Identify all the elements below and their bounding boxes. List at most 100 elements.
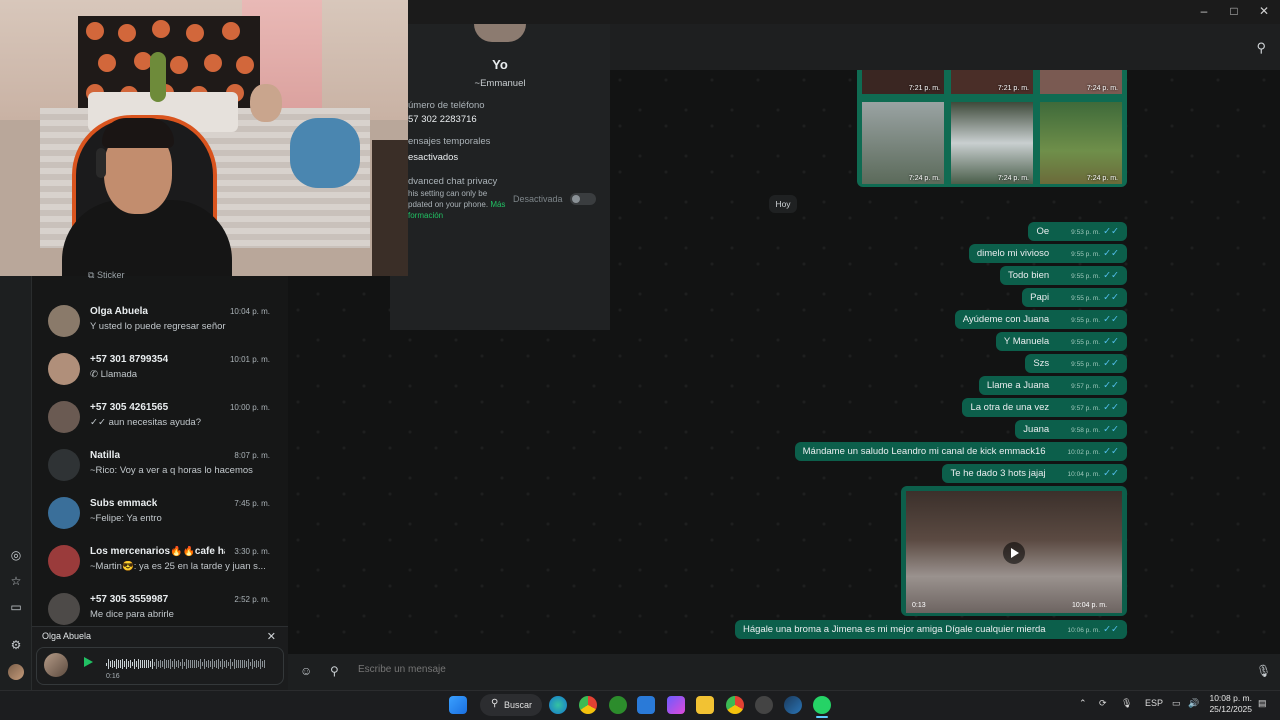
- chrome-icon[interactable]: [579, 696, 597, 714]
- close-icon[interactable]: ✕: [267, 630, 276, 643]
- gallery-time: 7:21 p. m.: [997, 85, 1029, 92]
- chat-list-item[interactable]: +57 305 3559987 2:52 p. m. Me dice para …: [32, 586, 288, 626]
- chat-list-item[interactable]: Natilla 8:07 p. m. ~Rico: Voy a ver a q …: [32, 442, 288, 490]
- chat-list-item[interactable]: Subs emmack 7:45 p. m. ~Felipe: Ya entro: [32, 490, 288, 538]
- webcam-overlay: [0, 0, 408, 276]
- disappearing-messages-label[interactable]: ensajes temporales: [408, 136, 490, 147]
- read-receipt-icon: ✓✓: [1103, 424, 1119, 435]
- language-indicator[interactable]: ESP: [1145, 698, 1163, 708]
- whatsapp-icon[interactable]: [813, 696, 831, 714]
- taskbar-clock[interactable]: 10:08 p. m. 25/12/2025: [1204, 693, 1252, 715]
- emoji-icon[interactable]: ☺: [300, 664, 312, 678]
- search-icon[interactable]: ⚲: [1256, 40, 1266, 56]
- message-bubble[interactable]: Oe 9:53 p. m. ✓✓: [1028, 222, 1127, 241]
- gallery-image[interactable]: 7:24 p. m.: [862, 102, 944, 184]
- chat-list-item[interactable]: +57 301 8799354 10:01 p. m. ✆ Llamada: [32, 346, 288, 394]
- gallery-image[interactable]: 7:21 p. m.: [862, 70, 944, 94]
- message-bubble[interactable]: Llame a Juana 9:57 p. m. ✓✓: [978, 376, 1127, 395]
- microphone-icon[interactable]: 🎙: [1256, 664, 1271, 678]
- waveform-bar: [156, 659, 157, 669]
- message-time: 10:06 p. m.: [1067, 627, 1101, 634]
- steam-icon[interactable]: [784, 696, 802, 714]
- message-bubble[interactable]: dimelo mi vivioso 9:55 p. m. ✓✓: [968, 244, 1127, 263]
- chat-preview: ~Felipe: Ya entro: [90, 513, 162, 524]
- waveform-bar: [264, 659, 265, 669]
- sync-icon[interactable]: ⟳: [1099, 698, 1107, 709]
- profile-avatar[interactable]: [8, 664, 24, 680]
- privacy-desc-text: his setting can only be pdated on your p…: [408, 189, 489, 209]
- file-explorer-icon[interactable]: [696, 696, 714, 714]
- read-receipt-icon: ✓✓: [1103, 446, 1119, 457]
- waveform-bar: [176, 660, 177, 668]
- message-bubble[interactable]: Mándame un saludo Leandro mi canal de ki…: [794, 442, 1127, 461]
- webcam-person-hair: [102, 118, 174, 148]
- waveform-bar: [126, 659, 127, 669]
- gallery-image[interactable]: 7:24 p. m.: [1040, 102, 1122, 184]
- waveform-bar: [112, 659, 113, 669]
- status-icon[interactable]: ◎: [9, 548, 23, 562]
- waveform-bar: [192, 659, 193, 669]
- message-bubble[interactable]: Te he dado 3 hots jajaj 10:04 p. m. ✓✓: [942, 464, 1127, 483]
- app-icon[interactable]: [755, 696, 773, 714]
- message-bubble[interactable]: Papi 9:55 p. m. ✓✓: [1022, 288, 1127, 307]
- notifications-icon[interactable]: ▤: [1258, 698, 1267, 709]
- message-bubble[interactable]: Hágale una broma a Jimena es mi mejor am…: [734, 620, 1127, 639]
- gallery-image[interactable]: 7:24 p. m.: [1040, 70, 1122, 94]
- settings-gear-icon[interactable]: ⚙: [9, 638, 23, 652]
- gallery-image[interactable]: 7:24 p. m.: [951, 102, 1033, 184]
- contact-name: Yo: [492, 57, 508, 72]
- message-bubble[interactable]: Y Manuela 9:55 p. m. ✓✓: [995, 332, 1127, 351]
- maximize-button[interactable]: □: [1224, 4, 1244, 18]
- waveform-bar: [226, 659, 227, 669]
- read-receipt-icon: ✓✓: [1103, 248, 1119, 259]
- chat-time: 3:30 p. m.: [234, 547, 270, 556]
- message-bubble[interactable]: La otra de una vez 9:57 p. m. ✓✓: [962, 398, 1127, 417]
- starred-icon[interactable]: ☆: [9, 574, 23, 588]
- play-icon[interactable]: [84, 657, 93, 667]
- message-bubble[interactable]: Szs 9:55 p. m. ✓✓: [1025, 354, 1127, 373]
- chat-time: 2:52 p. m.: [234, 595, 270, 604]
- taskbar-search[interactable]: Buscar: [480, 694, 542, 716]
- chat-list-item[interactable]: Olga Abuela 10:04 p. m. Y usted lo puede…: [32, 298, 288, 346]
- read-receipt-icon: ✓✓: [1103, 336, 1119, 347]
- minimize-button[interactable]: –: [1194, 4, 1214, 18]
- message-time: 9:57 p. m.: [1071, 383, 1101, 390]
- waveform-bar: [142, 660, 143, 668]
- message-time: 9:55 p. m.: [1071, 317, 1101, 324]
- chevron-up-icon[interactable]: ⌃: [1079, 698, 1087, 709]
- audio-waveform[interactable]: [106, 658, 278, 670]
- webcam-furniture: [372, 140, 408, 276]
- waveform-bar: [258, 660, 259, 668]
- waveform-bar: [234, 659, 235, 669]
- start-windows-icon[interactable]: [449, 696, 467, 714]
- microphone-tray-icon[interactable]: 🎙: [1121, 698, 1132, 709]
- chat-list-item[interactable]: Los mercenarios🔥🔥cafe ha... 3:30 p. m. ~…: [32, 538, 288, 586]
- close-window-button[interactable]: ✕: [1254, 4, 1274, 18]
- webcam-plush: [150, 52, 166, 102]
- chrome-profile-icon[interactable]: [726, 696, 744, 714]
- network-icon[interactable]: ▭: [1172, 698, 1181, 709]
- volume-icon[interactable]: 🔊: [1188, 698, 1199, 709]
- privacy-toggle[interactable]: [570, 193, 596, 205]
- chat-list-item[interactable]: +57 305 4261565 10:00 p. m. ✓✓ aun neces…: [32, 394, 288, 442]
- edge-icon[interactable]: [549, 696, 567, 714]
- attach-icon[interactable]: ⚲: [330, 664, 339, 678]
- waveform-bar: [114, 660, 115, 668]
- message-bubble[interactable]: Todo bien 9:55 p. m. ✓✓: [999, 266, 1127, 285]
- copilot-icon[interactable]: [667, 696, 685, 714]
- archive-icon[interactable]: ▭: [9, 600, 23, 614]
- message-input[interactable]: [358, 664, 1218, 675]
- chat-preview: ~Martin😎: ya es 25 en la tarde y juan s.…: [90, 561, 266, 572]
- message-time: 9:55 p. m.: [1071, 361, 1101, 368]
- waveform-bar: [148, 659, 149, 669]
- message-bubble[interactable]: Juana 9:58 p. m. ✓✓: [1015, 420, 1127, 439]
- gallery-image[interactable]: 7:21 p. m.: [951, 70, 1033, 94]
- webcam-headset: [96, 148, 106, 178]
- message-bubble[interactable]: Ayúdeme con Juana 9:55 p. m. ✓✓: [954, 310, 1127, 329]
- play-video-icon[interactable]: [1003, 542, 1025, 564]
- xbox-icon[interactable]: [609, 696, 627, 714]
- photos-icon[interactable]: [637, 696, 655, 714]
- waveform-bar: [214, 660, 215, 668]
- avatar: [48, 497, 80, 529]
- message-text: dimelo mi vivioso: [976, 248, 1050, 259]
